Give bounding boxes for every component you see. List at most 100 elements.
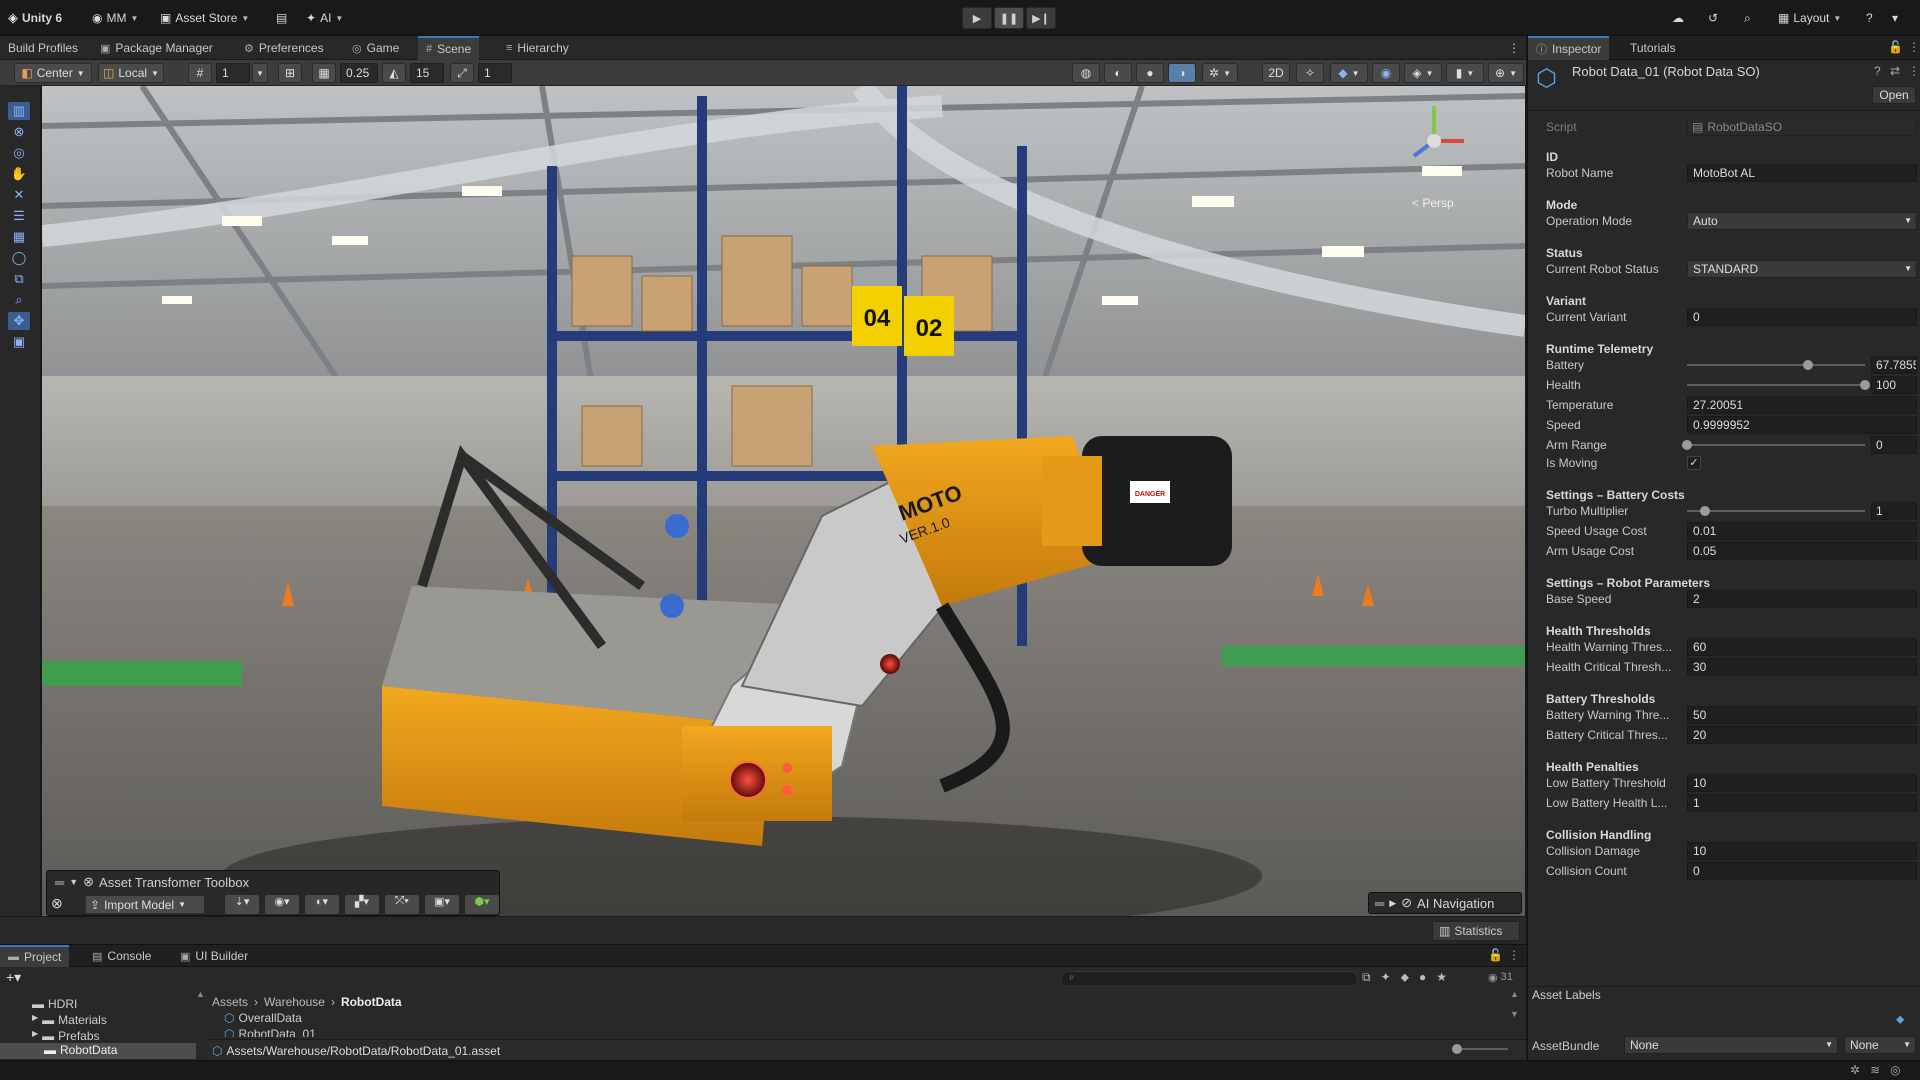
- camera-tool[interactable]: ▣: [8, 333, 30, 351]
- bar-chart-tool[interactable]: ▥: [8, 102, 30, 120]
- statistics-button[interactable]: ▥ Statistics: [1432, 921, 1520, 941]
- battery-slider[interactable]: [1687, 364, 1865, 366]
- file-item[interactable]: ⬡ RobotData_01: [224, 1027, 316, 1037]
- overlay-header[interactable]: ═ ▼ ⊗ Asset Transfomer Toolbox: [55, 874, 249, 890]
- network-icon[interactable]: ≋: [1870, 1063, 1880, 1077]
- lighting-toggle[interactable]: ✧: [1296, 63, 1324, 83]
- low-battery-threshold-input[interactable]: 10: [1687, 774, 1917, 792]
- bug-icon[interactable]: ✲: [1850, 1063, 1860, 1077]
- tab-project[interactable]: ▬ Project: [0, 945, 70, 967]
- breadcrumb-item[interactable]: Assets: [212, 995, 248, 1009]
- lock-button[interactable]: 🔓: [1488, 948, 1503, 962]
- shaded-button[interactable]: ●: [1136, 63, 1164, 83]
- breadcrumb-item[interactable]: RobotData: [341, 995, 402, 1009]
- robot-status-dropdown[interactable]: STANDARD ▼: [1687, 260, 1917, 278]
- open-button[interactable]: Open: [1872, 86, 1916, 104]
- tab-scene[interactable]: # Scene: [418, 36, 480, 60]
- validate-button[interactable]: ⬢▾: [465, 895, 499, 914]
- hidden-packages-toggle[interactable]: ◉ 31: [1488, 971, 1513, 984]
- arm-range-slider-knob[interactable]: [1682, 440, 1692, 450]
- star-icon[interactable]: ★: [1436, 970, 1447, 985]
- icon-size-slider-knob[interactable]: [1452, 1044, 1462, 1054]
- current-variant-input[interactable]: 0: [1687, 308, 1917, 326]
- unity-logo-menu[interactable]: ◈ Unity 6: [8, 8, 62, 28]
- check-circle-icon[interactable]: ◎: [1890, 1063, 1900, 1077]
- gizmos-dropdown[interactable]: ⊕ ▼: [1488, 63, 1524, 83]
- sphere-tool[interactable]: ◯: [8, 249, 30, 267]
- help-icon[interactable]: ?: [1874, 64, 1881, 78]
- file-item[interactable]: ⬡ OverallData: [224, 1011, 302, 1025]
- camera-dropdown[interactable]: ▮ ▼: [1446, 63, 1484, 83]
- space-dropdown[interactable]: ◫ Local ▼: [98, 63, 164, 83]
- filter-label-icon[interactable]: ✦: [1381, 970, 1391, 985]
- arm-range-input[interactable]: 0: [1871, 436, 1917, 454]
- pause-button[interactable]: ❚❚: [994, 7, 1024, 29]
- grid-dropdown[interactable]: ▼: [252, 63, 268, 83]
- turbo-slider-knob[interactable]: [1699, 506, 1710, 516]
- cross-tool[interactable]: ✕: [8, 186, 30, 204]
- collision-count-input[interactable]: 0: [1687, 862, 1917, 880]
- merge-button[interactable]: ◉▾: [265, 895, 299, 914]
- grid-toggle[interactable]: #: [188, 63, 212, 83]
- pivot-dropdown[interactable]: ◧ Center ▼: [14, 63, 92, 83]
- arm-range-slider[interactable]: [1687, 444, 1865, 446]
- orientation-gizmo[interactable]: < Persp: [1394, 96, 1474, 210]
- folder-item[interactable]: ▶ ▬ Prefabs: [32, 1029, 100, 1043]
- label-tag-button[interactable]: ⬥: [1896, 1012, 1914, 1028]
- tab-tutorials[interactable]: Tutorials: [1622, 36, 1684, 60]
- folder-item-selected[interactable]: ▬ RobotData: [0, 1043, 196, 1059]
- folder-item[interactable]: ▬ HDRI: [32, 997, 77, 1011]
- debug-draw-dropdown[interactable]: ✲ ▼: [1202, 63, 1238, 83]
- tab-package-manager[interactable]: ▣ Package Manager: [92, 36, 221, 60]
- is-moving-checkbox[interactable]: ✓: [1687, 456, 1701, 470]
- remesh-button[interactable]: ▞▾: [345, 895, 379, 914]
- 2d-toggle[interactable]: 2D: [1262, 63, 1290, 83]
- cloud-button[interactable]: ☁: [1672, 8, 1684, 28]
- asset-bundle-dropdown[interactable]: None ▼: [1624, 1036, 1838, 1054]
- tab-options-button[interactable]: ⋮: [1500, 36, 1528, 60]
- health-warning-input[interactable]: 60: [1687, 638, 1917, 656]
- zoom-tool[interactable]: ⌕: [8, 291, 30, 309]
- history-button[interactable]: ↺: [1708, 8, 1718, 28]
- wireframe-button[interactable]: ◐: [1104, 63, 1132, 83]
- layers-dropdown[interactable]: ◈ ▼: [1404, 63, 1442, 83]
- grid-size-field[interactable]: 1: [216, 63, 250, 83]
- turbo-slider[interactable]: [1687, 510, 1865, 512]
- turbo-input[interactable]: 1: [1871, 502, 1917, 520]
- rotate-snap-field[interactable]: 15: [410, 63, 444, 83]
- help-button[interactable]: ?: [1866, 8, 1873, 28]
- scrollbar[interactable]: ▲ ▼: [1510, 989, 1520, 1041]
- ai-navigation-overlay[interactable]: ═ ▶ ⊘ AI Navigation: [1368, 892, 1522, 914]
- more-menu-button[interactable]: ▾: [1892, 8, 1898, 28]
- compass-tool[interactable]: ◎: [8, 144, 30, 162]
- search-button[interactable]: ⌕: [1744, 8, 1751, 28]
- cluster-tool[interactable]: ⊗: [8, 123, 30, 141]
- lock-button[interactable]: 🔓: [1888, 40, 1903, 54]
- tab-build-profiles[interactable]: Build Profiles: [0, 36, 86, 60]
- project-search-input[interactable]: ⌕: [1060, 971, 1358, 987]
- panel-menu-button[interactable]: ⋮: [1508, 948, 1520, 962]
- create-button[interactable]: +▾: [6, 969, 21, 986]
- ai-dropdown[interactable]: ✦ AI ▼: [306, 8, 343, 28]
- snap-toggle[interactable]: ⊞: [278, 63, 302, 83]
- health-slider-knob[interactable]: [1860, 380, 1870, 390]
- robot-name-input[interactable]: MotoBot AL: [1687, 164, 1917, 182]
- snap-increment-field[interactable]: 0.25: [340, 63, 378, 83]
- lit-button[interactable]: ◑: [1168, 63, 1196, 83]
- splitter-scroll[interactable]: ▲: [196, 989, 206, 1061]
- battery-slider-knob[interactable]: [1802, 360, 1813, 370]
- preset-icon[interactable]: ⇄: [1890, 64, 1900, 78]
- play-button[interactable]: ▶: [962, 7, 992, 29]
- asset-store-dropdown[interactable]: ▣ Asset Store ▼: [160, 8, 249, 28]
- layout-dropdown[interactable]: ▦ Layout ▼: [1778, 8, 1841, 28]
- tab-hierarchy[interactable]: ≡ Hierarchy: [498, 36, 577, 60]
- split-button[interactable]: ◐▾: [305, 895, 339, 914]
- health-input[interactable]: 100: [1871, 376, 1917, 394]
- battery-critical-input[interactable]: 20: [1687, 726, 1917, 744]
- increment-snap-toggle[interactable]: ▦: [312, 63, 336, 83]
- icon-size-slider[interactable]: [1454, 1048, 1508, 1050]
- scale-snap-field[interactable]: 1: [478, 63, 512, 83]
- account-dropdown[interactable]: ◉ MM ▼: [92, 8, 138, 28]
- asset-bundle-variant-dropdown[interactable]: None ▼: [1844, 1036, 1916, 1054]
- cloud-services-button[interactable]: ▤: [276, 8, 287, 28]
